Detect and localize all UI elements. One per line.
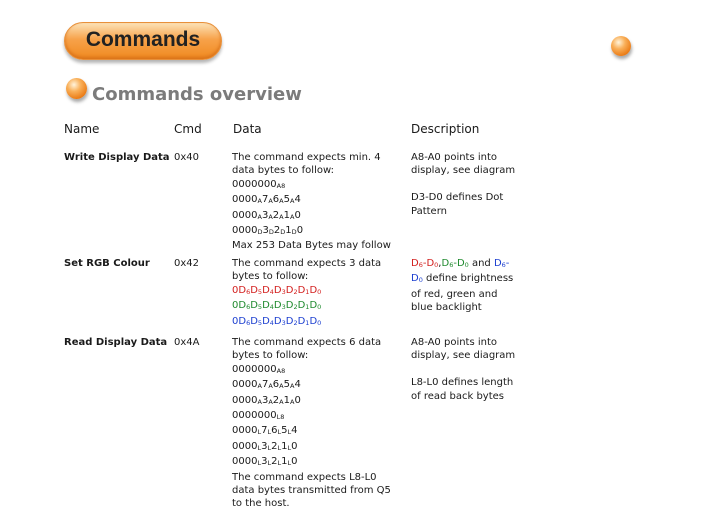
data-line: The command expects 3 data — [232, 258, 382, 269]
data-line: The command expects 6 data — [232, 337, 382, 348]
description-line: D6-D0,D6-D0 and D6- — [411, 258, 510, 269]
description-line: display, see diagram — [411, 350, 516, 362]
column-header-cmd: Cmd — [174, 122, 202, 136]
description-line: blue backlight — [411, 302, 482, 314]
data-line: 0000000L8 — [232, 410, 285, 422]
column-header-description: Description — [411, 122, 480, 136]
data-line: 0000A7A6A5A4 — [232, 194, 301, 206]
description-line: of read back bytes — [411, 390, 505, 402]
row-name: Write Display Data — [64, 152, 170, 163]
column-header-name: Name — [64, 122, 100, 136]
description-line: D0 define brightness — [411, 273, 514, 285]
data-line: Max 253 Data Bytes may follow — [232, 240, 391, 252]
row-description: A8-A0 points into display, see diagram D… — [411, 151, 515, 218]
data-line-green: 0D6D5D4D3D2D1D0 — [232, 300, 322, 312]
data-line: The command expects L8-L0 — [232, 471, 377, 483]
data-line: 0000L3L2L1L0 — [232, 440, 298, 452]
row-description: A8-A0 points into display, see diagram L… — [411, 336, 515, 403]
description-line: Pattern — [411, 205, 447, 217]
data-line: data bytes transmitted from Q5 — [232, 485, 391, 497]
data-line: 0000L3L2L1L0 — [232, 456, 298, 468]
section-bullet-icon — [66, 78, 87, 99]
data-line: data bytes to follow: — [232, 165, 334, 177]
row-cmd: 0x42 — [174, 258, 200, 269]
orange-bullet-icon — [611, 36, 631, 56]
row-cmd: 0x4A — [174, 337, 200, 348]
data-line-red: 0D6D5D4D3D2D1D0 — [232, 284, 322, 296]
row-description: D6-D0,D6-D0 and D6- D0 define brightness… — [411, 257, 513, 315]
data-line: 0000000A8 — [232, 363, 286, 375]
description-line: of red, green and — [411, 288, 498, 300]
row-cmd: 0x40 — [174, 152, 200, 163]
data-line: bytes to follow: — [232, 350, 309, 362]
row-data: The command expects 3 data bytes to foll… — [232, 257, 381, 330]
data-line: 0000D3D2D1D0 — [232, 225, 304, 237]
description-line: display, see diagram — [411, 165, 516, 177]
data-line: 0000A7A6A5A4 — [232, 379, 301, 391]
row-data: The command expects 6 data bytes to foll… — [232, 336, 391, 511]
data-line: 0000000A8 — [232, 178, 286, 190]
description-line — [411, 363, 515, 376]
description-line — [411, 178, 515, 191]
section-title: Commands overview — [92, 84, 302, 105]
data-line: The command expects min. 4 — [232, 152, 381, 163]
row-name: Read Display Data — [64, 337, 168, 348]
data-line: bytes to follow: — [232, 271, 309, 283]
description-line: L8-L0 defines length — [411, 377, 514, 389]
row-data: The command expects min. 4 data bytes to… — [232, 151, 391, 253]
description-line: D3-D0 defines Dot — [411, 192, 504, 204]
data-line: 0000A3A2A1A0 — [232, 394, 301, 406]
description-line: A8-A0 points into — [411, 152, 498, 163]
data-line-blue: 0D6D5D4D3D2D1D0 — [232, 315, 322, 327]
description-line: A8-A0 points into — [411, 337, 498, 348]
data-line: to the host. — [232, 498, 290, 510]
commands-title-button: Commands — [64, 22, 222, 60]
data-line: 0000A3A2A1A0 — [232, 209, 301, 221]
column-header-data: Data — [233, 122, 262, 136]
data-line: 0000L7L6L5L4 — [232, 425, 298, 437]
commands-title: Commands — [85, 28, 201, 51]
row-name: Set RGB Colour — [64, 258, 150, 269]
